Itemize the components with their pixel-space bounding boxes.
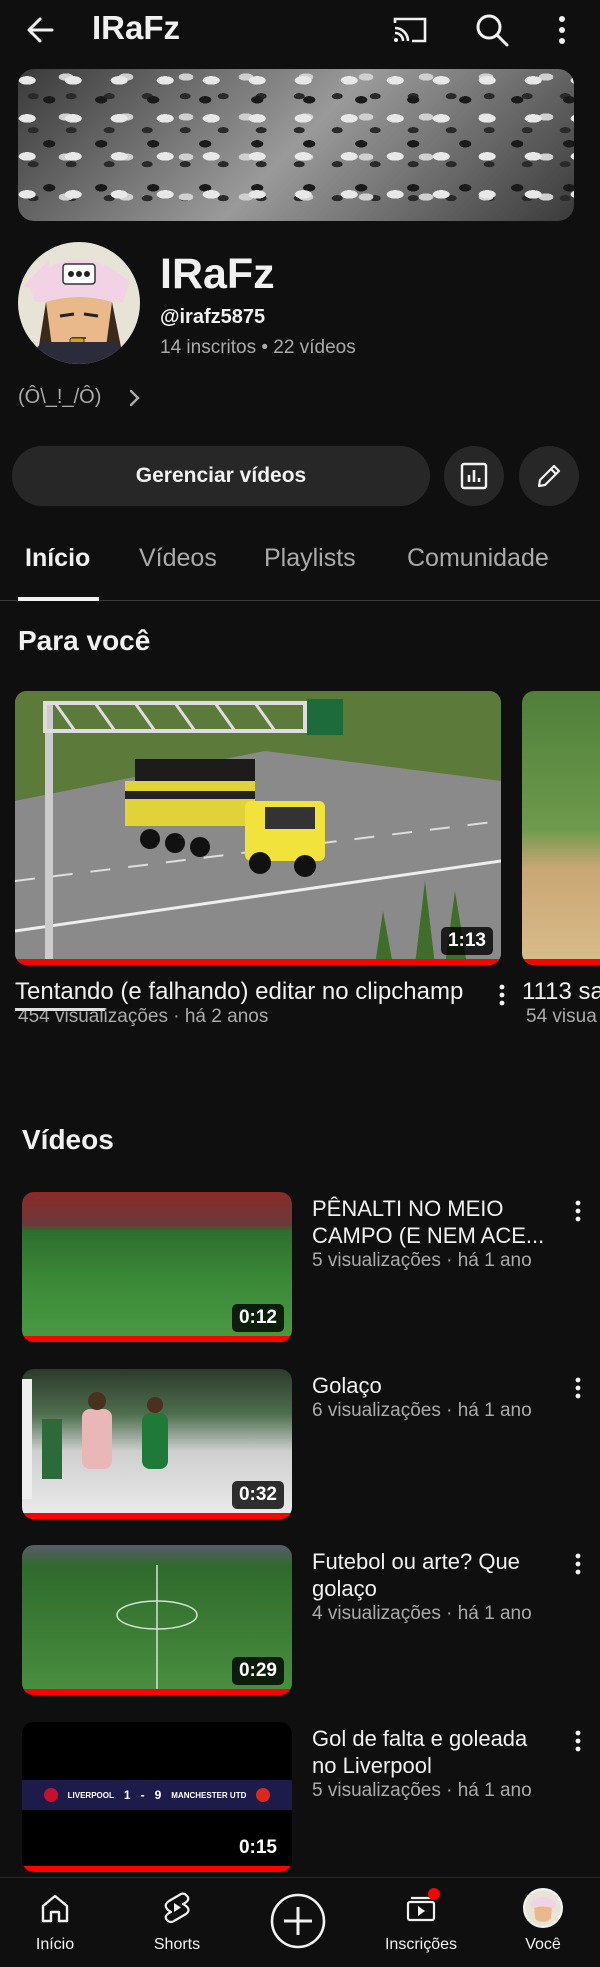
video-title[interactable]: Golaço	[312, 1372, 552, 1399]
scoreboard-score-home: 1	[123, 1788, 131, 1802]
more-vert-icon[interactable]	[566, 1549, 590, 1579]
video-title-line: golaço	[312, 1576, 377, 1601]
video-title[interactable]: Futebol ou arte? Que golaço	[312, 1548, 552, 1602]
video-duration: 0:12	[231, 1304, 284, 1332]
video-title-line: PÊNALTI NO MEIO	[312, 1196, 504, 1221]
bottom-navigation: Início Shorts Inscrições Você	[0, 1877, 600, 1967]
more-vert-icon[interactable]	[566, 1373, 590, 1403]
featured-video-meta-2: 54 visua	[526, 1006, 597, 1027]
watch-progress-bar	[22, 1689, 292, 1695]
shorts-icon	[164, 1892, 190, 1924]
analytics-icon	[460, 462, 488, 490]
watch-progress-bar	[522, 959, 600, 965]
video-meta: 5 visualizações · há 1 ano	[312, 1250, 532, 1271]
channel-banner	[18, 69, 574, 221]
top-app-bar: IRaFz	[0, 0, 600, 60]
featured-video-title[interactable]: Tentando (e falhando) editar no clipcham…	[15, 978, 463, 1006]
featured-video-thumbnail[interactable]: 1:13	[15, 691, 501, 965]
video-title-line: Gol de falta e goleada	[312, 1726, 528, 1751]
video-duration: 0:15	[231, 1834, 284, 1862]
video-title-line: no Liverpool	[312, 1753, 432, 1778]
nav-item-shorts[interactable]: Shorts	[122, 1878, 232, 1967]
notification-dot	[428, 1888, 440, 1900]
add-circle-icon	[270, 1893, 326, 1949]
nav-label: Início	[35, 1936, 75, 1953]
channel-name: IRaFz	[160, 250, 275, 298]
watch-progress-bar	[15, 959, 501, 965]
manchester-united-crest-icon	[256, 1788, 271, 1802]
tab-playlists[interactable]: Playlists	[264, 544, 356, 573]
watch-progress-bar	[22, 1336, 292, 1342]
nav-label: Shorts	[153, 1936, 201, 1953]
channel-handle: @irafz5875	[160, 306, 266, 328]
video-thumbnail[interactable]: 0:32	[22, 1369, 292, 1519]
tab-videos[interactable]: Vídeos	[139, 544, 217, 573]
back-arrow-icon[interactable]	[20, 10, 60, 50]
nav-item-subscriptions[interactable]: Inscrições	[366, 1878, 476, 1967]
video-duration: 0:29	[231, 1657, 284, 1685]
carousel-scroll-indicator	[15, 1008, 105, 1011]
cast-icon[interactable]	[390, 10, 430, 50]
home-icon	[41, 1894, 69, 1923]
channel-avatar[interactable]	[18, 242, 140, 364]
video-title[interactable]: Gol de falta e goleada no Liverpool	[312, 1725, 552, 1779]
channel-description[interactable]: (Ô\_!_/Ô)	[18, 386, 101, 409]
liverpool-crest-icon	[43, 1788, 58, 1802]
video-list-item[interactable]: 0:12 PÊNALTI NO MEIO CAMPO (E NEM ACE...…	[0, 1192, 600, 1344]
video-thumbnail[interactable]: 0:12	[22, 1192, 292, 1342]
nav-label: Você	[525, 1936, 561, 1953]
nav-item-you[interactable]: Você	[488, 1878, 598, 1967]
scoreboard-score-away: 9	[154, 1788, 162, 1802]
section-title-videos: Vídeos	[22, 1124, 114, 1155]
analytics-button[interactable]	[444, 446, 504, 506]
channel-stats: 14 inscritos • 22 vídeos	[160, 337, 356, 358]
profile-avatar-icon	[523, 1888, 563, 1928]
video-list-item[interactable]: 0:32 Golaço 6 visualizações · há 1 ano	[0, 1369, 600, 1521]
more-vert-icon[interactable]	[566, 1726, 590, 1756]
video-duration: 0:32	[231, 1481, 284, 1509]
nav-item-create[interactable]	[244, 1878, 354, 1967]
video-title-line: Golaço	[312, 1373, 382, 1398]
video-list-item[interactable]: LIVERPOOL 1 - 9 MANCHESTER UTD 0:15 Gol …	[0, 1722, 600, 1874]
watch-progress-bar	[22, 1513, 292, 1519]
manage-videos-button[interactable]: Gerenciar vídeos	[12, 446, 430, 506]
section-title-for-you: Para você	[18, 625, 151, 656]
featured-video-thumbnail-2[interactable]	[522, 691, 600, 965]
more-vert-icon[interactable]	[490, 980, 514, 1010]
video-thumbnail[interactable]: LIVERPOOL 1 - 9 MANCHESTER UTD 0:15	[22, 1722, 292, 1872]
active-tab-indicator	[18, 597, 99, 601]
truck-scene-image	[15, 691, 501, 965]
tab-comunidade[interactable]: Comunidade	[407, 544, 549, 573]
nav-item-home[interactable]: Início	[0, 1878, 110, 1967]
tab-inicio[interactable]: Início	[25, 544, 90, 573]
chevron-right-icon[interactable]	[122, 386, 146, 410]
more-vert-icon[interactable]	[542, 10, 582, 50]
video-meta: 6 visualizações · há 1 ano	[312, 1400, 532, 1421]
anime-character-avatar-image	[18, 242, 140, 364]
edit-channel-button[interactable]	[519, 446, 579, 506]
scoreboard: LIVERPOOL 1 - 9 MANCHESTER UTD	[22, 1780, 292, 1810]
channel-tabs: Início Vídeos Playlists Comunidade	[0, 530, 600, 601]
pencil-icon	[537, 464, 561, 488]
page-title: IRaFz	[92, 9, 181, 46]
video-title-line: Futebol ou arte? Que	[312, 1549, 520, 1574]
featured-video-title-2[interactable]: 1113 sa	[522, 978, 600, 1006]
video-list-item[interactable]: 0:29 Futebol ou arte? Que golaço 4 visua…	[0, 1545, 600, 1697]
more-vert-icon[interactable]	[566, 1196, 590, 1226]
video-title[interactable]: PÊNALTI NO MEIO CAMPO (E NEM ACE...	[312, 1195, 552, 1249]
scoreboard-home: LIVERPOOL	[67, 1790, 114, 1800]
watch-progress-bar	[22, 1866, 292, 1872]
video-thumbnail[interactable]: 0:29	[22, 1545, 292, 1695]
video-meta: 5 visualizações · há 1 ano	[312, 1780, 532, 1801]
video-duration: 1:13	[440, 927, 493, 955]
scoreboard-away: MANCHESTER UTD	[171, 1790, 247, 1800]
video-meta: 4 visualizações · há 1 ano	[312, 1603, 532, 1624]
nav-label: Inscrições	[384, 1936, 458, 1953]
video-title-line: CAMPO (E NEM ACE...	[312, 1223, 545, 1248]
search-icon[interactable]	[472, 10, 512, 50]
